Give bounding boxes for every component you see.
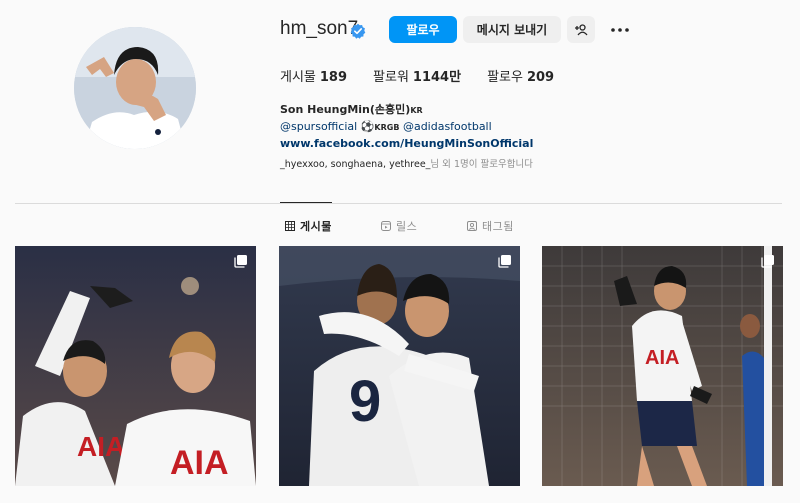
name-suffix: KR xyxy=(410,106,423,115)
stat-label: 팔로우 xyxy=(487,70,523,85)
followed-by-suffix: 님 외 1명이 팔로우합니다 xyxy=(430,159,533,170)
followed-by-names: _hyexxoo, songhaena, yethree_ xyxy=(280,159,431,170)
post-thumbnail[interactable]: 9 xyxy=(279,246,520,486)
svg-text:AIA: AIA xyxy=(645,347,679,369)
tab-tagged[interactable]: 태그됨 xyxy=(467,218,514,234)
post-image: AIA AIA xyxy=(15,246,256,486)
tab-label: 태그됨 xyxy=(482,220,514,233)
stat-value: 189 xyxy=(319,70,348,85)
stat-label: 게시물 xyxy=(280,70,316,85)
divider xyxy=(15,203,782,204)
full-name: Son HeungMin(손흥민) xyxy=(280,103,411,116)
stat-label: 팔로워 xyxy=(373,70,409,85)
verified-badge-icon xyxy=(350,23,366,39)
post-thumbnail[interactable]: AIA xyxy=(542,246,783,486)
stat-followers[interactable]: 팔로워 1144만 xyxy=(373,66,461,85)
stat-posts: 게시물 189 xyxy=(280,66,347,85)
mention-adidas[interactable]: @adidasfootball xyxy=(403,120,492,133)
bio: Son HeungMin(손흥민)KR @spursofficial ⚽KRGB… xyxy=(280,102,533,152)
multi-post-icon xyxy=(234,255,247,268)
tagged-icon xyxy=(467,221,477,231)
multi-post-icon xyxy=(761,255,774,268)
soccer-ball-icon: ⚽ xyxy=(360,120,375,133)
svg-text:AIA: AIA xyxy=(77,431,125,462)
suggested-accounts-button[interactable] xyxy=(567,16,595,43)
avatar[interactable] xyxy=(74,27,196,149)
svg-text:AIA: AIA xyxy=(170,444,229,482)
tab-posts[interactable]: 게시물 xyxy=(285,218,332,234)
active-tab-indicator xyxy=(280,202,332,203)
username: hm_son7 xyxy=(280,18,359,39)
website-link[interactable]: www.facebook.com/HeungMinSonOfficial xyxy=(280,137,533,150)
grid-icon xyxy=(285,221,295,231)
follow-button[interactable]: 팔로우 xyxy=(389,16,457,43)
profile-tabs: 게시물 릴스 태그됨 xyxy=(0,218,800,234)
tab-label: 게시물 xyxy=(300,220,332,233)
tab-reels[interactable]: 릴스 xyxy=(381,218,417,234)
profile-stats: 게시물 189 팔로워 1144만 팔로우 209 xyxy=(280,66,580,85)
reels-icon xyxy=(381,221,391,231)
followed-by[interactable]: _hyexxoo, songhaena, yethree_님 외 1명이 팔로우… xyxy=(280,156,533,170)
stat-value: 1144만 xyxy=(412,70,462,85)
post-thumbnail[interactable]: AIA AIA xyxy=(15,246,256,486)
message-button[interactable]: 메시지 보내기 xyxy=(463,16,561,43)
svg-text:9: 9 xyxy=(349,369,381,434)
add-person-icon xyxy=(575,23,588,35)
stat-following[interactable]: 팔로우 209 xyxy=(487,66,554,85)
post-image: AIA xyxy=(542,246,783,486)
stat-value: 209 xyxy=(526,70,555,85)
bio-mid-text: KRGB xyxy=(374,123,400,132)
post-image: 9 xyxy=(279,246,520,486)
more-options-icon[interactable] xyxy=(609,20,631,40)
multi-post-icon xyxy=(498,255,511,268)
mention-spurs[interactable]: @spursofficial xyxy=(280,120,357,133)
tab-label: 릴스 xyxy=(396,220,418,233)
